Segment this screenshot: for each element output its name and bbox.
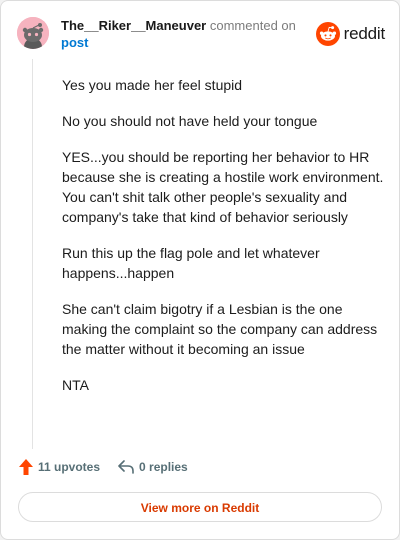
avatar[interactable] [17,17,49,49]
username[interactable]: The__Riker__Maneuver [61,18,206,33]
comment-footer: 11 upvotes 0 replies [19,457,188,477]
comment-meta: The__Riker__Maneuver commented on post [61,17,311,51]
action-text: commented on [209,18,296,33]
upvote-arrow-icon [19,459,33,475]
comment-paragraph: No you should not have held your tongue [62,113,318,129]
comment-header: The__Riker__Maneuver commented on post r… [17,15,385,55]
comment-paragraph: Run this up the flag pole and let whatev… [62,245,320,281]
thread-line [32,59,33,449]
reddit-logo-icon [315,22,340,46]
view-more-button[interactable]: View more on Reddit [18,492,382,522]
upvote-button[interactable]: 11 upvotes [19,459,100,475]
brand-name: reddit [343,24,386,43]
comment-body: Yes you made her feel stupid No you shou… [62,75,387,411]
comment-paragraph: She can't claim bigotry if a Lesbian is … [62,301,378,357]
comment-paragraph: NTA [62,377,89,393]
reddit-embed-card: The__Riker__Maneuver commented on post r… [0,0,400,540]
comment-paragraph: YES...you should be reporting her behavi… [62,149,384,225]
snoo-avatar-icon [17,17,49,49]
reply-arrow-icon [118,460,134,474]
reddit-brand[interactable]: reddit [315,21,386,47]
replies-button[interactable]: 0 replies [118,460,188,474]
reply-count: 0 replies [139,460,188,474]
comment-paragraph: Yes you made her feel stupid [62,77,243,93]
upvote-count: 11 upvotes [38,460,101,474]
post-link[interactable]: post [61,34,311,51]
